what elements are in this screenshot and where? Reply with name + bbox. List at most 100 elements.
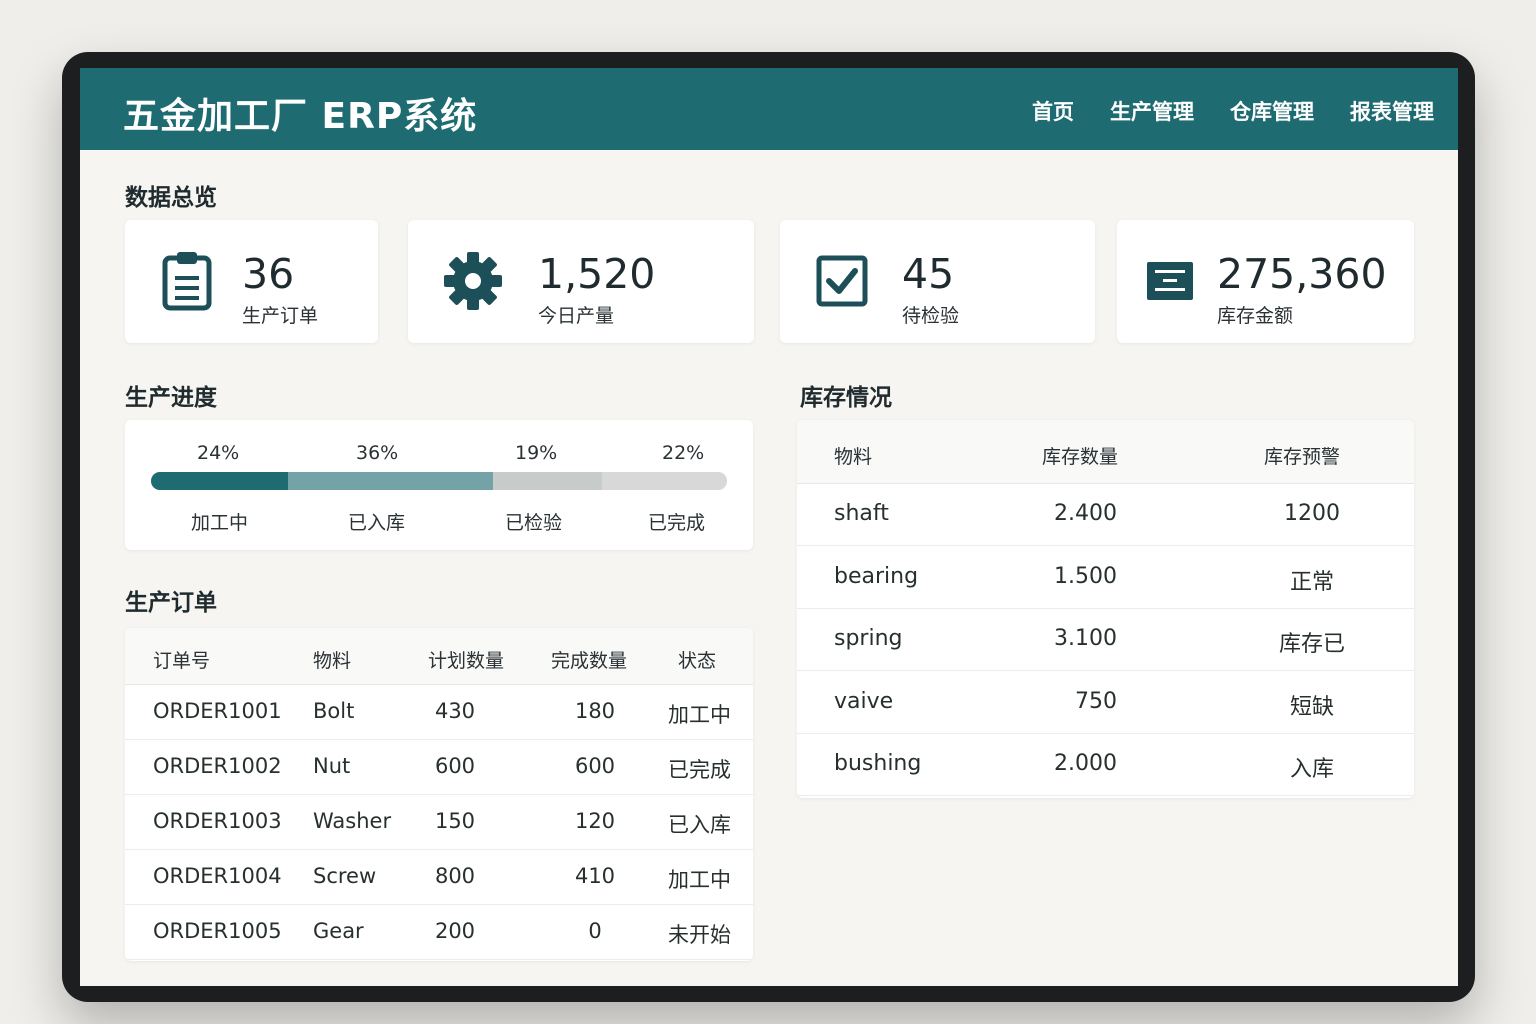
kpi-label: 生产订单 [242, 305, 319, 327]
table-cell: 120 [574, 809, 616, 833]
stage-percent: 19% [515, 442, 558, 464]
kpi-value: 45 [902, 250, 955, 298]
table-cell: 2.400 [1054, 501, 1117, 526]
table-cell: 410 [574, 864, 616, 888]
progress-card: 24% 36% 19% 22% 加工中 已入库 已检验 已完成 [125, 420, 753, 550]
table-cell: 短缺 [1289, 694, 1334, 720]
table-header: 订单号 物料 计划数量 完成数量 状态 [125, 628, 753, 685]
stage-percent: 24% [197, 442, 240, 464]
table-cell: 已入库 [668, 813, 731, 837]
table-cell: shaft [834, 501, 889, 526]
column-header[interactable]: 库存预警 [1264, 442, 1340, 469]
progress-segment [601, 472, 727, 490]
table-cell: spring [834, 626, 903, 651]
kpi-value: 1,520 [538, 250, 656, 298]
table-row[interactable]: shaft 2.400 1200 [797, 484, 1414, 546]
table-cell: Gear [313, 919, 364, 943]
table-cell: 2.000 [1054, 751, 1117, 776]
nav-warehouse[interactable]: 仓库管理 [1230, 96, 1314, 126]
table-cell: ORDER1005 [153, 919, 282, 943]
kpi-card-output[interactable]: 1,520 今日产量 [408, 220, 754, 343]
column-header[interactable]: 物料 [313, 646, 351, 673]
table-cell: 200 [434, 919, 476, 943]
stage-label: 已完成 [648, 512, 706, 534]
table-row[interactable]: ORDER1002 Nut 600 600 已完成 [125, 740, 753, 795]
table-cell: 库存已 [1278, 632, 1345, 657]
table-cell: ORDER1002 [153, 754, 282, 778]
stage-label: 已入库 [348, 512, 406, 534]
kpi-label: 库存金额 [1217, 305, 1294, 327]
table-cell: 150 [434, 809, 476, 833]
kpi-value: 36 [242, 250, 295, 298]
table-cell: bearing [834, 563, 919, 589]
table-header: 物料 库存数量 库存预警 [797, 420, 1414, 484]
table-cell: 1200 [1284, 501, 1340, 526]
table-cell: 430 [434, 699, 476, 723]
progress-segment [493, 472, 602, 490]
app-screen: 五金加工厂 ERP系统 首页 生产管理 仓库管理 报表管理 数据总览 36 生产… [80, 68, 1458, 986]
app-title: 五金加工厂 ERP系统 [123, 96, 478, 137]
table-row[interactable]: bearing 1.500 正常 [797, 547, 1414, 609]
table-cell: bushing [834, 751, 922, 776]
table-cell: 加工中 [668, 868, 731, 892]
progress-bar [151, 472, 727, 490]
overview-title: 数据总览 [125, 185, 217, 211]
top-bar: 五金加工厂 ERP系统 首页 生产管理 仓库管理 报表管理 [80, 68, 1458, 150]
table-cell: ORDER1004 [153, 864, 282, 888]
kpi-value: 275,360 [1217, 250, 1387, 298]
column-header[interactable]: 库存数量 [1042, 442, 1118, 469]
table-row[interactable]: vaive 750 短缺 [797, 672, 1414, 734]
kpi-label: 待检验 [902, 305, 960, 327]
orders-title: 生产订单 [125, 590, 217, 616]
table-cell: 已完成 [668, 758, 731, 782]
table-row[interactable]: ORDER1005 Gear 200 0 未开始 [125, 905, 753, 960]
table-cell: ORDER1003 [153, 809, 282, 833]
inventory-title: 库存情况 [800, 385, 892, 411]
column-header[interactable]: 物料 [834, 442, 872, 469]
table-cell: 1.500 [1054, 563, 1117, 589]
table-cell: 3.100 [1054, 626, 1117, 651]
table-row[interactable]: spring 3.100 库存已 [797, 609, 1414, 671]
table-row[interactable]: bushing 2.000 入库 [797, 734, 1414, 796]
table-cell: Nut [313, 754, 351, 778]
table-row[interactable]: ORDER1001 Bolt 430 180 加工中 [125, 685, 753, 740]
table-row[interactable]: ORDER1003 Washer 150 120 已入库 [125, 795, 753, 850]
clipboard-icon [159, 250, 215, 312]
inventory-table: 物料 库存数量 库存预警 shaft 2.400 1200 bearing 1.500 正… [797, 420, 1414, 798]
column-header[interactable]: 计划数量 [428, 646, 504, 673]
orders-table: 订单号 物料 计划数量 完成数量 状态 ORDER1001 Bolt 430 180 加… [125, 628, 753, 961]
stage-percent: 36% [356, 442, 399, 464]
main-nav: 首页 生产管理 仓库管理 报表管理 [1032, 96, 1434, 126]
table-cell: ORDER1001 [153, 699, 282, 723]
table-cell: 180 [574, 699, 616, 723]
table-cell: 750 [1075, 688, 1117, 714]
table-cell: vaive [834, 688, 894, 714]
table-row[interactable]: ORDER1004 Screw 800 410 加工中 [125, 850, 753, 905]
column-header[interactable]: 完成数量 [551, 646, 627, 673]
column-header[interactable]: 状态 [678, 646, 716, 673]
progress-title: 生产进度 [125, 385, 217, 411]
kpi-card-orders[interactable]: 36 生产订单 [125, 220, 378, 343]
stage-label: 加工中 [191, 512, 249, 534]
table-cell: 600 [434, 754, 476, 778]
nav-production[interactable]: 生产管理 [1110, 96, 1194, 126]
kpi-label: 今日产量 [538, 305, 615, 327]
kpi-card-inspection[interactable]: 45 待检验 [780, 220, 1095, 343]
nav-reports[interactable]: 报表管理 [1350, 96, 1434, 126]
table-cell: 0 [588, 919, 602, 943]
column-header[interactable]: 订单号 [153, 646, 210, 673]
progress-segment [287, 472, 494, 490]
table-cell: 800 [434, 864, 476, 888]
progress-segment [151, 472, 288, 490]
table-cell: Bolt [313, 699, 355, 723]
table-cell: 入库 [1289, 757, 1334, 782]
table-cell: 未开始 [668, 923, 731, 947]
table-cell: 正常 [1289, 569, 1334, 595]
gear-icon [442, 250, 502, 312]
kpi-card-inventory[interactable]: 275,360 库存金额 [1117, 220, 1414, 343]
table-cell: 加工中 [668, 703, 731, 727]
nav-home[interactable]: 首页 [1032, 96, 1074, 126]
table-cell: Washer [313, 809, 392, 833]
stage-percent: 22% [662, 442, 705, 464]
checkbox-icon [814, 250, 870, 312]
